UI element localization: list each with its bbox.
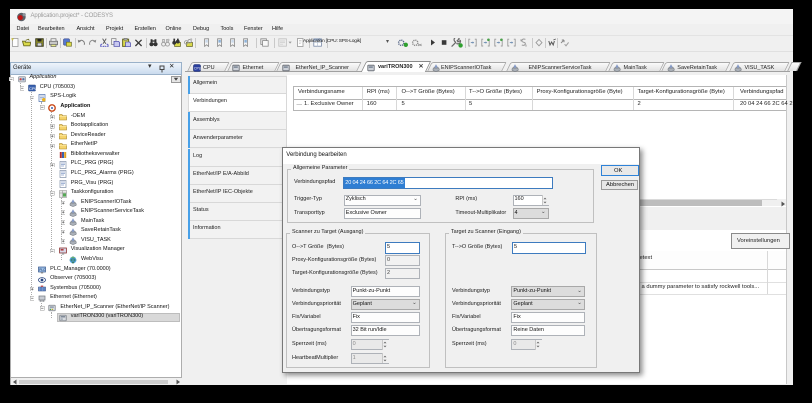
svg-text:CPU: CPU xyxy=(194,67,201,71)
svg-text:CPU: CPU xyxy=(29,86,36,91)
svg-text:PLC: PLC xyxy=(39,268,46,272)
